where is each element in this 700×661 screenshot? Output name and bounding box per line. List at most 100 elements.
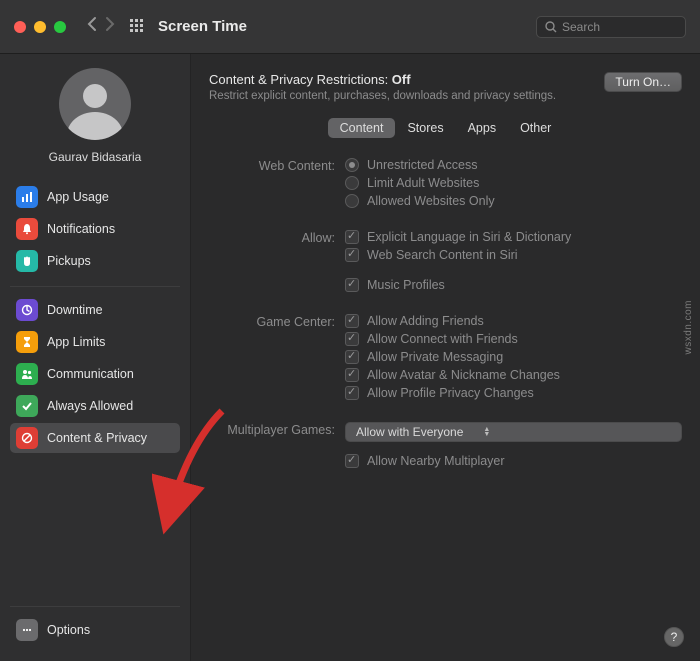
option-label: Web Search Content in Siri	[367, 248, 518, 262]
sidebar-item-app-limits[interactable]: App Limits	[10, 327, 180, 357]
sidebar-item-label: Notifications	[47, 222, 115, 236]
check-adding-friends[interactable]: Allow Adding Friends	[345, 314, 682, 328]
check-icon	[345, 248, 359, 262]
turn-on-button[interactable]: Turn On…	[604, 72, 682, 92]
minimize-window-button[interactable]	[34, 21, 46, 33]
panel-subheading: Restrict explicit content, purchases, do…	[209, 90, 556, 102]
sidebar-item-options[interactable]: Options	[10, 615, 180, 645]
select-value: Allow with Everyone	[356, 425, 463, 439]
check-icon	[345, 278, 359, 292]
option-label: Allow Adding Friends	[367, 314, 484, 328]
people-icon	[16, 363, 38, 385]
check-avatar-nickname[interactable]: Allow Avatar & Nickname Changes	[345, 368, 682, 382]
search-icon	[545, 21, 557, 33]
radio-icon	[345, 194, 359, 208]
heading-state: Off	[392, 72, 411, 87]
avatar	[59, 68, 131, 140]
radio-unrestricted-access[interactable]: Unrestricted Access	[345, 158, 682, 172]
tab-apps[interactable]: Apps	[456, 118, 509, 138]
hourglass-icon	[16, 331, 38, 353]
sidebar-item-label: Communication	[47, 367, 134, 381]
username: Gaurav Bidasaria	[10, 150, 180, 164]
apps-grid-icon[interactable]	[130, 19, 146, 35]
label-allow: Allow:	[209, 230, 345, 292]
ellipsis-icon	[16, 619, 38, 641]
back-button[interactable]	[86, 16, 97, 37]
window-title: Screen Time	[158, 18, 247, 35]
option-label: Allow Avatar & Nickname Changes	[367, 368, 560, 382]
user-block: Gaurav Bidasaria	[10, 68, 180, 164]
option-label: Allow Private Messaging	[367, 350, 503, 364]
sidebar-item-pickups[interactable]: Pickups	[10, 246, 180, 276]
bell-icon	[16, 218, 38, 240]
window-controls	[14, 21, 66, 33]
option-label: Explicit Language in Siri & Dictionary	[367, 230, 571, 244]
moon-icon	[16, 299, 38, 321]
check-icon	[345, 314, 359, 328]
sidebar: Gaurav Bidasaria App Usage Notifications…	[0, 54, 190, 661]
check-nearby-multiplayer[interactable]: Allow Nearby Multiplayer	[345, 454, 682, 468]
label-game-center: Game Center:	[209, 314, 345, 400]
check-explicit-language[interactable]: Explicit Language in Siri & Dictionary	[345, 230, 682, 244]
no-entry-icon	[16, 427, 38, 449]
check-icon	[345, 350, 359, 364]
check-connect-friends[interactable]: Allow Connect with Friends	[345, 332, 682, 346]
sidebar-item-label: Downtime	[47, 303, 103, 317]
sidebar-item-label: App Usage	[47, 190, 109, 204]
check-icon	[345, 386, 359, 400]
help-button[interactable]: ?	[664, 627, 684, 647]
panel-heading: Content & Privacy Restrictions: Off	[209, 72, 556, 87]
option-label: Allow Nearby Multiplayer	[367, 454, 505, 468]
option-label: Music Profiles	[367, 278, 445, 292]
tab-content[interactable]: Content	[328, 118, 396, 138]
sidebar-item-label: Always Allowed	[47, 399, 133, 413]
check-profile-privacy[interactable]: Allow Profile Privacy Changes	[345, 386, 682, 400]
option-label: Allowed Websites Only	[367, 194, 495, 208]
tab-stores[interactable]: Stores	[395, 118, 455, 138]
label-multiplayer: Multiplayer Games:	[209, 422, 345, 468]
check-icon	[345, 332, 359, 346]
option-label: Allow Connect with Friends	[367, 332, 518, 346]
segmented-control: Content Stores Apps Other	[328, 118, 564, 138]
bar-chart-icon	[16, 186, 38, 208]
check-music-profiles[interactable]: Music Profiles	[345, 278, 682, 292]
close-window-button[interactable]	[14, 21, 26, 33]
sidebar-item-label: Pickups	[47, 254, 91, 268]
check-icon	[345, 230, 359, 244]
watermark: wsxdn.com	[683, 300, 694, 355]
label-web-content: Web Content:	[209, 158, 345, 208]
option-label: Limit Adult Websites	[367, 176, 479, 190]
maximize-window-button[interactable]	[54, 21, 66, 33]
sidebar-item-label: Content & Privacy	[47, 431, 147, 445]
multiplayer-select[interactable]: Allow with Everyone ▲▼	[345, 422, 682, 442]
sidebar-item-label: Options	[47, 623, 90, 637]
radio-icon	[345, 176, 359, 190]
heading-prefix: Content & Privacy Restrictions:	[209, 72, 392, 87]
sidebar-item-app-usage[interactable]: App Usage	[10, 182, 180, 212]
main-panel: Content & Privacy Restrictions: Off Rest…	[190, 54, 700, 661]
search-field[interactable]	[536, 16, 686, 38]
sidebar-item-notifications[interactable]: Notifications	[10, 214, 180, 244]
forward-button[interactable]	[105, 16, 116, 37]
sidebar-item-content-privacy[interactable]: Content & Privacy	[10, 423, 180, 453]
sidebar-item-label: App Limits	[47, 335, 105, 349]
check-icon	[345, 454, 359, 468]
nav-buttons	[86, 16, 116, 37]
hand-icon	[16, 250, 38, 272]
radio-limit-adult[interactable]: Limit Adult Websites	[345, 176, 682, 190]
sidebar-item-communication[interactable]: Communication	[10, 359, 180, 389]
radio-icon	[345, 158, 359, 172]
check-icon	[16, 395, 38, 417]
check-web-search-siri[interactable]: Web Search Content in Siri	[345, 248, 682, 262]
tab-other[interactable]: Other	[508, 118, 563, 138]
check-private-messaging[interactable]: Allow Private Messaging	[345, 350, 682, 364]
chevron-updown-icon: ▲▼	[483, 427, 490, 437]
search-input[interactable]	[562, 20, 677, 34]
option-label: Unrestricted Access	[367, 158, 477, 172]
check-icon	[345, 368, 359, 382]
option-label: Allow Profile Privacy Changes	[367, 386, 534, 400]
radio-allowed-only[interactable]: Allowed Websites Only	[345, 194, 682, 208]
sidebar-item-always-allowed[interactable]: Always Allowed	[10, 391, 180, 421]
toolbar: Screen Time	[0, 0, 700, 54]
sidebar-item-downtime[interactable]: Downtime	[10, 295, 180, 325]
